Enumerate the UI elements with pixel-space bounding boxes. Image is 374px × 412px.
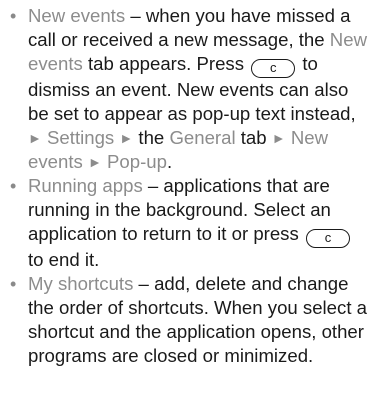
text: the bbox=[133, 127, 170, 148]
arrow-right-icon: ► bbox=[119, 130, 134, 146]
bullet: • bbox=[10, 274, 17, 294]
list-item-my-shortcuts: • My shortcuts – add, delete and change t… bbox=[4, 272, 368, 368]
text: to end it. bbox=[28, 249, 100, 270]
menu-settings: Settings bbox=[47, 127, 115, 148]
menu-pop-up: Pop-up bbox=[107, 151, 167, 172]
bullet: • bbox=[10, 6, 17, 26]
arrow-right-icon: ► bbox=[271, 130, 286, 146]
arrow-right-icon: ► bbox=[87, 154, 102, 170]
text: tab bbox=[235, 127, 272, 148]
list-item-new-events: • New events – when you have missed a cal… bbox=[4, 4, 368, 174]
term-my-shortcuts: My shortcuts bbox=[28, 273, 134, 294]
bullet: • bbox=[10, 176, 17, 196]
text: tab appears. Press bbox=[82, 53, 250, 74]
c-key-icon: c bbox=[251, 59, 296, 78]
menu-general: General bbox=[169, 127, 236, 148]
c-key-icon: c bbox=[305, 229, 350, 248]
arrow-right-icon: ► bbox=[28, 130, 42, 146]
term-new-events: New events bbox=[28, 5, 126, 26]
list-item-running-apps: • Running apps – applications that are ru… bbox=[4, 174, 368, 272]
term-running-apps: Running apps bbox=[28, 175, 143, 196]
text: . bbox=[166, 151, 173, 172]
document-page: • New events – when you have missed a cal… bbox=[0, 0, 374, 412]
